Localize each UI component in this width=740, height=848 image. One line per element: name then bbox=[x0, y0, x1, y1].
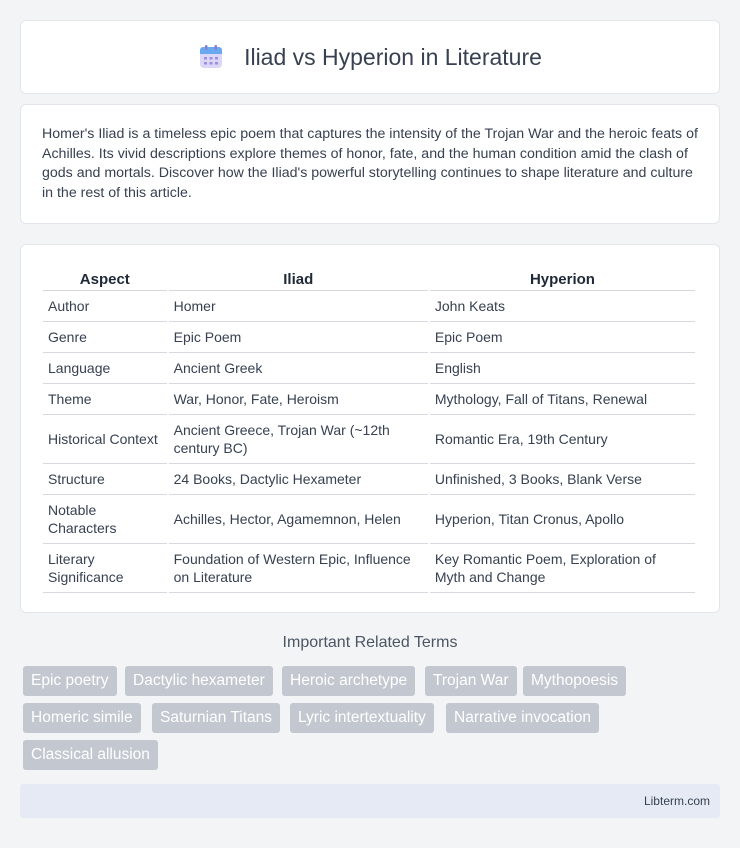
comparison-table: Aspect Iliad Hyperion Author Homer John … bbox=[41, 265, 697, 593]
table-cell: Language bbox=[43, 353, 167, 384]
tag-trojan-war[interactable]: Trojan War bbox=[425, 666, 517, 696]
column-header-hyperion: Hyperion bbox=[429, 265, 695, 291]
table-row: Theme War, Honor, Fate, Heroism Mytholog… bbox=[43, 384, 695, 415]
table-cell: 24 Books, Dactylic Hexameter bbox=[168, 464, 428, 495]
tag-homeric-simile[interactable]: Homeric simile bbox=[23, 703, 141, 733]
footer: Libterm.com bbox=[20, 784, 720, 818]
tag-epic-poetry[interactable]: Epic poetry bbox=[23, 666, 117, 696]
table-cell: Structure bbox=[43, 464, 167, 495]
tag-heroic-archetype[interactable]: Heroic archetype bbox=[282, 666, 416, 696]
table-cell: War, Honor, Fate, Heroism bbox=[168, 384, 428, 415]
table-row: Literary Significance Foundation of West… bbox=[43, 544, 695, 593]
tag-dactylic-hexameter[interactable]: Dactylic hexameter bbox=[125, 666, 273, 696]
table-cell: Homer bbox=[168, 291, 428, 322]
table-cell: Unfinished, 3 Books, Blank Verse bbox=[429, 464, 695, 495]
table-cell: Author bbox=[43, 291, 167, 322]
table-cell: Notable Characters bbox=[43, 495, 167, 544]
column-header-iliad: Iliad bbox=[168, 265, 428, 291]
table-cell: Theme bbox=[43, 384, 167, 415]
tag-classical-allusion[interactable]: Classical allusion bbox=[23, 740, 158, 770]
table-cell: Ancient Greek bbox=[168, 353, 428, 384]
tag-mythopoesis[interactable]: Mythopoesis bbox=[523, 666, 627, 696]
table-cell: Literary Significance bbox=[43, 544, 167, 593]
page-title: Iliad vs Hyperion in Literature bbox=[244, 43, 542, 70]
table-cell: Hyperion, Titan Cronus, Apollo bbox=[429, 495, 695, 544]
column-header-aspect: Aspect bbox=[43, 265, 167, 291]
table-header-row: Aspect Iliad Hyperion bbox=[43, 265, 695, 291]
table-cell: Foundation of Western Epic, Influence on… bbox=[168, 544, 428, 593]
related-terms-title: Important Related Terms bbox=[282, 634, 458, 651]
table-cell: Achilles, Hector, Agamemnon, Helen bbox=[168, 495, 428, 544]
header-card: Iliad vs Hyperion in Literature bbox=[20, 20, 720, 94]
comparison-table-card: Aspect Iliad Hyperion Author Homer John … bbox=[20, 244, 720, 613]
table-cell: Mythology, Fall of Titans, Renewal bbox=[429, 384, 695, 415]
footer-site-link[interactable]: Libterm.com bbox=[644, 794, 710, 808]
table-cell: English bbox=[429, 353, 695, 384]
tag-saturnian-titans[interactable]: Saturnian Titans bbox=[152, 703, 281, 733]
table-row: Structure 24 Books, Dactylic Hexameter U… bbox=[43, 464, 695, 495]
calendar-icon bbox=[200, 45, 223, 68]
table-row: Notable Characters Achilles, Hector, Aga… bbox=[43, 495, 695, 544]
table-row: Author Homer John Keats bbox=[43, 291, 695, 322]
table-cell: Ancient Greece, Trojan War (~12th centur… bbox=[168, 415, 428, 464]
table-cell: Historical Context bbox=[43, 415, 167, 464]
intro-card: Homer's Iliad is a timeless epic poem th… bbox=[20, 104, 720, 224]
table-cell: John Keats bbox=[429, 291, 695, 322]
table-row: Historical Context Ancient Greece, Troja… bbox=[43, 415, 695, 464]
table-cell: Epic Poem bbox=[429, 322, 695, 353]
table-cell: Romantic Era, 19th Century bbox=[429, 415, 695, 464]
intro-text: Homer's Iliad is a timeless epic poem th… bbox=[42, 126, 698, 201]
table-cell: Epic Poem bbox=[168, 322, 428, 353]
tag-lyric-intertextuality[interactable]: Lyric intertextuality bbox=[290, 703, 434, 733]
table-row: Genre Epic Poem Epic Poem bbox=[43, 322, 695, 353]
table-row: Language Ancient Greek English bbox=[43, 353, 695, 384]
table-cell: Key Romantic Poem, Exploration of Myth a… bbox=[429, 544, 695, 593]
table-cell: Genre bbox=[43, 322, 167, 353]
tag-narrative-invocation[interactable]: Narrative invocation bbox=[446, 703, 599, 733]
